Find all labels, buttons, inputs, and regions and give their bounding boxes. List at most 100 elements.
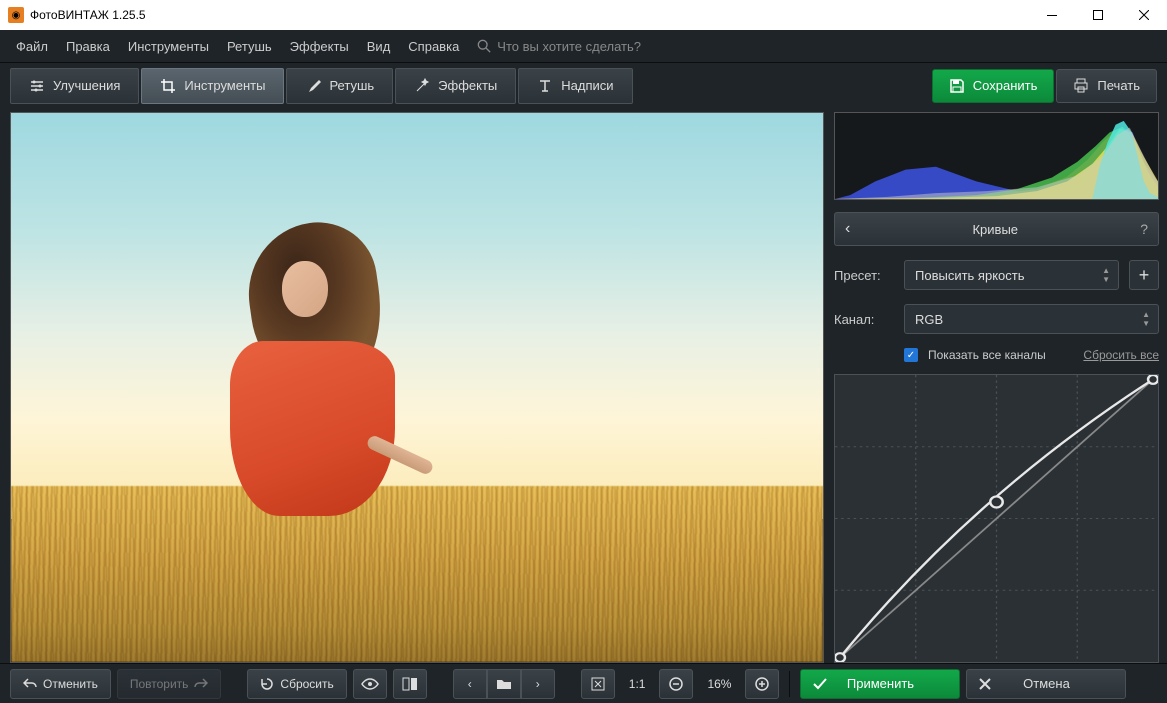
app-title: ФотоВИНТАЖ 1.25.5 <box>30 8 1029 22</box>
reset-icon <box>260 677 274 691</box>
menubar: Файл Правка Инструменты Ретушь Эффекты В… <box>0 30 1167 62</box>
menu-file[interactable]: Файл <box>8 35 56 58</box>
tab-text[interactable]: Надписи <box>518 68 632 104</box>
menu-retouch[interactable]: Ретушь <box>219 35 280 58</box>
close-button[interactable] <box>1121 0 1167 30</box>
preset-select[interactable]: Повысить яркость ▲▼ <box>904 260 1119 290</box>
add-preset-button[interactable]: + <box>1129 260 1159 290</box>
channel-row: Канал: RGB ▲▼ <box>834 304 1159 334</box>
maximize-button[interactable] <box>1075 0 1121 30</box>
redo-icon <box>194 678 208 690</box>
tab-retouch[interactable]: Ретушь <box>286 68 393 104</box>
tab-text-label: Надписи <box>561 78 613 93</box>
save-icon <box>949 78 965 94</box>
print-icon <box>1073 78 1089 94</box>
panel-title: Кривые <box>850 222 1140 237</box>
cancel-label: Отмена <box>1023 676 1070 691</box>
save-button[interactable]: Сохранить <box>932 69 1055 103</box>
minus-icon <box>669 677 683 691</box>
updown-icon: ▲▼ <box>1102 266 1110 284</box>
preset-label: Пресет: <box>834 268 894 283</box>
folder-icon <box>496 678 512 690</box>
undo-icon <box>23 678 37 690</box>
toolbar: Улучшения Инструменты Ретушь Эффекты Над… <box>0 62 1167 108</box>
brush-icon <box>305 78 321 94</box>
wand-icon <box>414 78 430 94</box>
menu-effects[interactable]: Эффекты <box>282 35 357 58</box>
menu-view[interactable]: Вид <box>359 35 399 58</box>
zoom-out-button[interactable] <box>659 669 693 699</box>
updown-icon: ▲▼ <box>1142 310 1150 328</box>
preview-toggle-button[interactable] <box>353 669 387 699</box>
tab-effects-label: Эффекты <box>438 78 497 93</box>
fit-button[interactable] <box>581 669 615 699</box>
help-button[interactable]: ? <box>1140 221 1148 237</box>
redo-label: Повторить <box>130 677 189 691</box>
show-all-checkbox[interactable]: ✓ <box>904 348 918 362</box>
tab-retouch-label: Ретушь <box>329 78 374 93</box>
reset-all-link[interactable]: Сбросить все <box>1083 348 1159 362</box>
tab-tools[interactable]: Инструменты <box>141 68 284 104</box>
zoom-in-button[interactable] <box>745 669 779 699</box>
apply-label: Применить <box>847 676 914 691</box>
menu-help[interactable]: Справка <box>400 35 467 58</box>
tab-improve-label: Улучшения <box>53 78 120 93</box>
compare-button[interactable] <box>393 669 427 699</box>
check-icon <box>813 678 827 690</box>
show-all-row: ✓ Показать все каналы Сбросить все <box>834 348 1159 362</box>
panel-header: ‹ Кривые ? <box>834 212 1159 246</box>
image-canvas[interactable] <box>10 112 824 663</box>
minimize-button[interactable] <box>1029 0 1075 30</box>
next-button[interactable]: › <box>521 669 555 699</box>
photo-preview <box>11 113 823 662</box>
titlebar: ◉ ФотоВИНТАЖ 1.25.5 <box>0 0 1167 30</box>
show-all-label: Показать все каналы <box>928 348 1046 362</box>
chevron-right-icon: › <box>536 677 540 691</box>
tab-improve[interactable]: Улучшения <box>10 68 139 104</box>
plus-icon <box>755 677 769 691</box>
sliders-icon <box>29 78 45 94</box>
preset-row: Пресет: Повысить яркость ▲▼ + <box>834 260 1159 290</box>
print-button[interactable]: Печать <box>1056 69 1157 103</box>
reset-label: Сбросить <box>280 677 333 691</box>
curves-editor[interactable] <box>834 374 1159 663</box>
crop-icon <box>160 78 176 94</box>
nav-group: ‹ › <box>453 669 555 699</box>
menu-edit[interactable]: Правка <box>58 35 118 58</box>
preset-value: Повысить яркость <box>915 268 1024 283</box>
side-panel: ‹ Кривые ? Пресет: Повысить яркость ▲▼ +… <box>824 108 1167 663</box>
browse-button[interactable] <box>487 669 521 699</box>
zoom-ratio[interactable]: 1:1 <box>621 677 654 691</box>
zoom-percent: 16% <box>699 677 739 691</box>
apply-button[interactable]: Применить <box>800 669 960 699</box>
histogram[interactable] <box>834 112 1159 200</box>
redo-button: Повторить <box>117 669 222 699</box>
menu-tools[interactable]: Инструменты <box>120 35 217 58</box>
canvas-area <box>0 108 824 663</box>
window-controls <box>1029 0 1167 30</box>
prev-button[interactable]: ‹ <box>453 669 487 699</box>
undo-button[interactable]: Отменить <box>10 669 111 699</box>
channel-value: RGB <box>915 312 943 327</box>
tab-effects[interactable]: Эффекты <box>395 68 516 104</box>
channel-select[interactable]: RGB ▲▼ <box>904 304 1159 334</box>
menu-search[interactable]: Что вы хотите сделать? <box>477 39 641 54</box>
channel-label: Канал: <box>834 312 894 327</box>
reset-button[interactable]: Сбросить <box>247 669 346 699</box>
compare-icon <box>402 677 418 691</box>
eye-icon <box>361 678 379 690</box>
undo-label: Отменить <box>43 677 98 691</box>
save-label: Сохранить <box>973 78 1038 93</box>
x-icon <box>979 678 991 690</box>
tab-tools-label: Инструменты <box>184 78 265 93</box>
fit-icon <box>591 677 605 691</box>
print-label: Печать <box>1097 78 1140 93</box>
bottom-bar: Отменить Повторить Сбросить ‹ › 1:1 16% … <box>0 663 1167 703</box>
chevron-left-icon: ‹ <box>468 677 472 691</box>
main-area: ‹ Кривые ? Пресет: Повысить яркость ▲▼ +… <box>0 108 1167 663</box>
search-icon <box>477 39 491 53</box>
text-icon <box>537 78 553 94</box>
cancel-button[interactable]: Отмена <box>966 669 1126 699</box>
search-placeholder: Что вы хотите сделать? <box>497 39 641 54</box>
app-logo-icon: ◉ <box>8 7 24 23</box>
